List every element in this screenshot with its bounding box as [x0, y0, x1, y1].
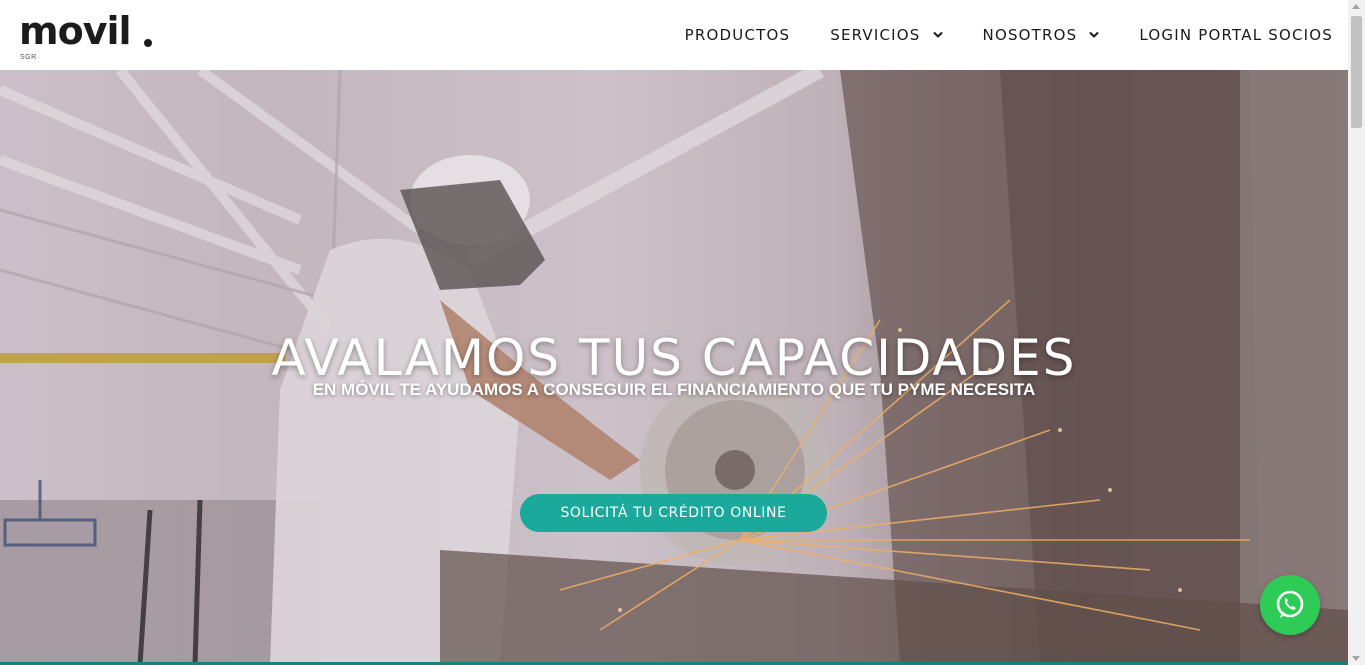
hero-section: AVALAMOS TUS CAPACIDADES EN MÓVIL TE AYU…	[0, 70, 1348, 665]
solicita-credito-button[interactable]: SOLICITÁ TU CRÉDITO ONLINE	[520, 494, 827, 532]
nav-item-label: PRODUCTOS	[684, 26, 791, 44]
scroll-down-icon[interactable]	[1352, 656, 1360, 661]
nav-item-label: LOGIN PORTAL SOCIOS	[1139, 26, 1333, 44]
scrollbar-thumb[interactable]	[1351, 16, 1362, 128]
page-scrollbar[interactable]	[1348, 0, 1365, 665]
nav-item-label: NOSOTROS	[982, 26, 1078, 44]
logo-wordmark: movil	[19, 9, 132, 53]
whatsapp-icon	[1276, 590, 1304, 618]
nav-item-label: SERVICIOS	[830, 26, 921, 44]
hero-content: AVALAMOS TUS CAPACIDADES EN MÓVIL TE AYU…	[0, 70, 1348, 665]
scroll-up-icon[interactable]	[1352, 4, 1360, 9]
chevron-down-icon	[1089, 31, 1100, 38]
nav-item-servicios[interactable]: SERVICIOS	[830, 26, 943, 44]
logo-subtitle: SGR	[20, 54, 37, 61]
page: movil SGR PRODUCTOS SERVICIOS NOSOTROS L…	[0, 0, 1348, 665]
hero-title: AVALAMOS TUS CAPACIDADES	[271, 328, 1077, 387]
nav-item-productos[interactable]: PRODUCTOS	[685, 26, 791, 44]
nav-item-login-portal-socios[interactable]: LOGIN PORTAL SOCIOS	[1139, 26, 1333, 44]
hero-subtitle: EN MÓVIL TE AYUDAMOS A CONSEGUIR EL FINA…	[312, 380, 1036, 399]
whatsapp-button[interactable]	[1260, 575, 1320, 635]
nav-item-nosotros[interactable]: NOSOTROS	[983, 26, 1100, 44]
logo[interactable]: movil SGR	[19, 8, 152, 66]
site-header: movil SGR PRODUCTOS SERVICIOS NOSOTROS L…	[0, 0, 1348, 70]
chevron-down-icon	[932, 31, 943, 38]
main-nav: PRODUCTOS SERVICIOS NOSOTROS LOGIN PORTA…	[645, 0, 1333, 70]
logo-dot	[144, 39, 152, 47]
